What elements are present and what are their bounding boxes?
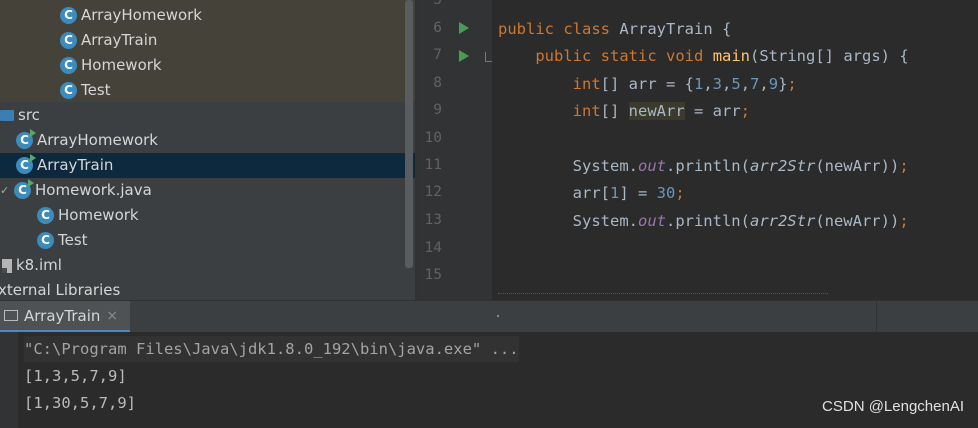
line-number: 12 bbox=[424, 184, 442, 200]
tree-item-homework-class[interactable]: C Homework bbox=[37, 203, 139, 228]
editor-gutter: 5 6 7 8 9 10 11 12 13 14 15 bbox=[418, 0, 496, 300]
run-tool-window-header: ArrayTrain × bbox=[0, 300, 978, 333]
java-class-icon: C bbox=[37, 207, 54, 224]
tree-item-label: src bbox=[18, 106, 40, 124]
console-command-line: "C:\Program Files\Java\jdk1.8.0_192\bin\… bbox=[24, 336, 519, 362]
console-gutter bbox=[0, 332, 18, 428]
line-number: 11 bbox=[424, 157, 442, 173]
tab-run-arraytrain[interactable]: ArrayTrain × bbox=[0, 301, 130, 333]
tree-item-label: xternal Libraries bbox=[0, 281, 121, 299]
line-number: 14 bbox=[424, 240, 442, 256]
code-line-7: public static void main(String[] args) { bbox=[535, 47, 909, 65]
tree-item-label: Homework bbox=[58, 206, 139, 224]
tree-item-test-class[interactable]: C Test bbox=[37, 228, 88, 253]
cut-off-code-line bbox=[498, 293, 828, 300]
console-icon bbox=[4, 310, 18, 321]
line-number: 13 bbox=[424, 212, 442, 228]
dot-marker bbox=[497, 315, 499, 317]
tree-item-homework-java[interactable]: ✓ C Homework.java bbox=[0, 178, 152, 203]
tree-item-external-libraries[interactable]: xternal Libraries bbox=[0, 278, 120, 300]
close-icon[interactable]: × bbox=[106, 308, 118, 324]
tree-item-label: Homework bbox=[81, 56, 162, 74]
tree-item-test[interactable]: C Test bbox=[60, 78, 111, 103]
watermark: CSDN @LengchenAI bbox=[822, 398, 964, 415]
java-file-icon: C bbox=[14, 179, 34, 199]
project-tree: C ArrayHomework C ArrayTrain C Homework … bbox=[0, 0, 415, 300]
divider bbox=[876, 301, 877, 333]
tree-item-label: Test bbox=[81, 81, 111, 99]
code-line-11: System.out.println(arr2Str(newArr)); bbox=[572, 157, 909, 175]
line-number: 9 bbox=[433, 102, 442, 118]
tree-item-homework[interactable]: C Homework bbox=[60, 53, 162, 78]
run-class-icon[interactable] bbox=[459, 22, 469, 34]
java-class-icon: C bbox=[37, 232, 54, 249]
line-number: 5 bbox=[433, 0, 442, 8]
java-class-icon: C bbox=[60, 57, 77, 74]
code-line-13: System.out.println(arr2Str(newArr)); bbox=[572, 212, 909, 230]
console-output-line: [1,3,5,7,9] bbox=[24, 367, 127, 385]
tree-item-label: ArrayTrain bbox=[81, 31, 158, 49]
tree-item-label: ArrayHomework bbox=[81, 6, 202, 24]
tree-item-label: ArrayTrain bbox=[37, 156, 114, 174]
tab-label: ArrayTrain bbox=[24, 306, 101, 325]
java-class-icon: C bbox=[60, 7, 77, 24]
line-number: 6 bbox=[433, 20, 442, 36]
line-number: 7 bbox=[433, 47, 442, 63]
chevron-down-icon[interactable]: ✓ bbox=[0, 178, 10, 203]
tree-item-src[interactable]: src bbox=[0, 103, 40, 128]
code-line-6: public class ArrayTrain { bbox=[498, 20, 732, 38]
module-file-icon bbox=[2, 258, 12, 273]
line-number: 15 bbox=[424, 267, 442, 283]
tree-item-arrayhomework-src[interactable]: C ArrayHomework bbox=[16, 128, 158, 153]
tree-item-label: k8.iml bbox=[16, 256, 62, 274]
tree-item-arraytrain[interactable]: C ArrayTrain bbox=[60, 28, 157, 53]
line-number: 8 bbox=[433, 75, 442, 91]
java-class-icon: C bbox=[60, 82, 77, 99]
run-main-icon[interactable] bbox=[459, 50, 469, 62]
code-line-8: int[] arr = {1,3,5,7,9}; bbox=[572, 75, 797, 93]
java-class-runnable-icon: C bbox=[16, 129, 36, 149]
java-class-icon: C bbox=[60, 32, 77, 49]
code-line-9: int[] newArr = arr; bbox=[572, 102, 750, 120]
code-editor[interactable]: public class ArrayTrain { public static … bbox=[492, 0, 978, 300]
tree-scrollbar[interactable] bbox=[405, 0, 413, 268]
java-class-runnable-icon: C bbox=[16, 154, 36, 174]
tree-item-arrayhomework[interactable]: C ArrayHomework bbox=[60, 3, 202, 28]
highlighted-variable: newArr bbox=[628, 102, 685, 120]
tree-item-label: ArrayHomework bbox=[37, 131, 158, 149]
folder-icon bbox=[0, 110, 14, 121]
tree-item-label: Test bbox=[58, 231, 88, 249]
tree-item-label: Homework.java bbox=[35, 181, 152, 199]
tree-item-arraytrain-src[interactable]: C ArrayTrain bbox=[0, 153, 415, 178]
line-number: 10 bbox=[424, 130, 442, 146]
console-output-line: [1,30,5,7,9] bbox=[24, 394, 136, 412]
tree-item-k8-iml[interactable]: k8.iml bbox=[2, 253, 62, 278]
code-line-12: arr[1] = 30; bbox=[572, 184, 685, 202]
